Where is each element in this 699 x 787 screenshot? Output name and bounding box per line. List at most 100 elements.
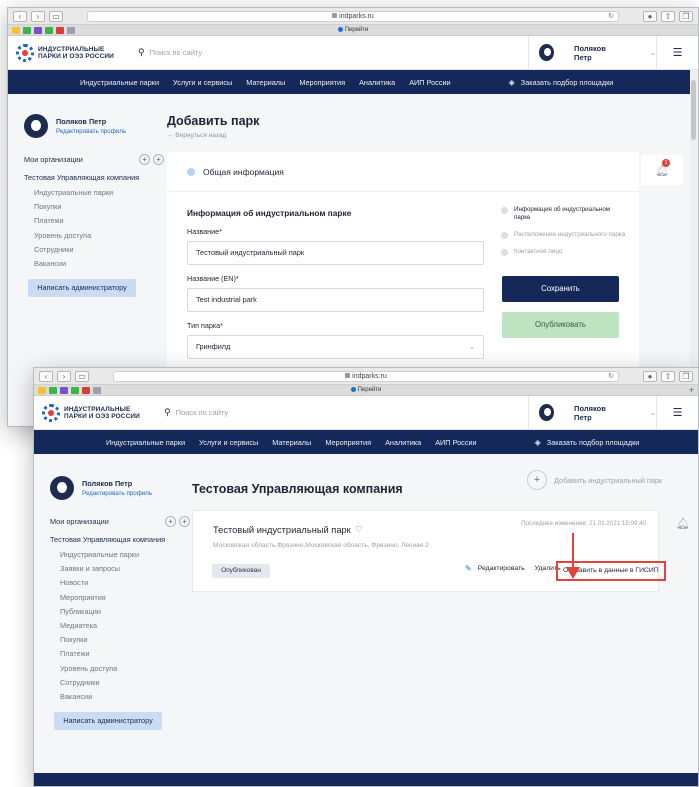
avatar — [50, 476, 74, 500]
site-logo[interactable]: ИНДУСТРИАЛЬНЫЕ ПАРКИ И ОЭЗ РОССИИ — [42, 403, 154, 422]
menu-item-payments[interactable]: Платежи — [34, 214, 164, 228]
chevron-down-icon: ⌄ — [468, 342, 475, 351]
section-header[interactable]: Общая информация — [167, 152, 639, 192]
park-name[interactable]: Тестовый индустриальный парк ⛉ — [213, 525, 362, 535]
step-item[interactable]: Информация об индустриальном парке — [501, 206, 627, 222]
company-name[interactable]: Тестовая Управляющая компания — [50, 535, 190, 544]
save-button[interactable]: Сохранить — [502, 276, 619, 302]
sidebar-toggle-icon[interactable]: ▭ — [75, 370, 89, 382]
menu-item-payments[interactable]: Платежи — [60, 647, 190, 661]
nav-item-analytics[interactable]: Аналитика — [385, 438, 421, 447]
step-dot-icon — [501, 232, 508, 239]
nav-item-parks[interactable]: Индустриальные парки — [80, 78, 159, 87]
publish-button[interactable]: Опубликовать — [502, 312, 619, 338]
edit-link[interactable]: Редактировать — [478, 565, 525, 572]
name-field[interactable]: Тестовый индустриальный парк — [187, 241, 484, 265]
back-arrow-icon[interactable]: ‹ — [13, 10, 27, 22]
form-title: Информация об индустриальном парке — [187, 208, 352, 218]
share-icon[interactable]: ⇧ — [661, 10, 675, 22]
nav-item-aip[interactable]: АИП России — [409, 78, 450, 87]
menu-item-parks[interactable]: Индустриальные парки — [60, 548, 190, 562]
write-admin-button[interactable]: Написать администратору — [28, 279, 136, 298]
plus-icon[interactable]: + — [153, 154, 164, 165]
nav-item-services[interactable]: Услуги и сервисы — [173, 78, 232, 87]
menu-item-requests[interactable]: Заявки и запросы — [60, 562, 190, 576]
extension-icon[interactable]: ● — [643, 370, 657, 382]
tab-title[interactable]: Перейти — [34, 385, 698, 396]
tab-title[interactable]: Перейти — [8, 25, 698, 36]
company-name[interactable]: Тестовая Управляющая компания — [24, 173, 164, 182]
back-link[interactable]: ← Вернуться назад — [167, 132, 642, 139]
menu-item-purchases[interactable]: Покупки — [60, 633, 190, 647]
nav-item-aip[interactable]: АИП России — [435, 438, 476, 447]
extension-icon[interactable]: ● — [643, 10, 657, 22]
menu-item-parks[interactable]: Индустриальные парки — [34, 186, 164, 200]
main-nav: Индустриальные парки Услуги и сервисы Ма… — [8, 70, 698, 94]
nav-item-parks[interactable]: Индустриальные парки — [106, 438, 185, 447]
menu-item-access[interactable]: Уровень доступа — [34, 229, 164, 243]
park-type-select[interactable]: Гринфилд ⌄ — [187, 335, 484, 359]
reload-icon[interactable]: ↻ — [608, 372, 614, 381]
search-input[interactable]: ⚲ Поиск по сайту — [154, 407, 528, 418]
tabs-icon[interactable]: ❐ — [679, 370, 693, 382]
name-en-field[interactable]: Test industrial park — [187, 288, 484, 312]
nav-item-services[interactable]: Услуги и сервисы — [199, 438, 258, 447]
scroll-thumb[interactable] — [691, 80, 696, 140]
notifications-button[interactable]: 🔔︎ 1 — [641, 155, 683, 185]
step-item[interactable]: Контактное лицо — [501, 248, 627, 256]
menu-item-media[interactable]: Медиатека — [60, 619, 190, 633]
edit-icon[interactable]: ✎ — [465, 564, 472, 573]
plus-icon[interactable]: + — [139, 154, 150, 165]
user-menu[interactable]: Поляков Петр ⌄ — [528, 395, 656, 430]
step-item[interactable]: Расположение индустриального парка — [501, 231, 627, 239]
form-steps: Информация об индустриальном парке Распо… — [501, 206, 627, 265]
profile-block: Поляков Петр Редактировать профиль — [50, 476, 190, 500]
reload-icon[interactable]: ↻ — [608, 12, 614, 21]
park-actions: ✎ Редактировать Удалить — [465, 564, 561, 573]
site-logo[interactable]: ИНДУСТРИАЛЬНЫЕ ПАРКИ И ОЭЗ РОССИИ — [16, 43, 128, 62]
plus-icon[interactable]: + — [165, 516, 176, 527]
write-admin-button[interactable]: Написать администратору — [54, 712, 162, 731]
new-tab-icon[interactable]: + — [689, 385, 694, 396]
tab-favicon-icon — [337, 26, 343, 32]
order-site-link[interactable]: ◈ Заказать подбор площадки — [509, 78, 614, 87]
address-bar[interactable]: indparks.ru ↻ — [113, 370, 619, 382]
nav-item-analytics[interactable]: Аналитика — [359, 78, 395, 87]
back-arrow-icon[interactable]: ‹ — [39, 370, 53, 382]
address-bar[interactable]: indparks.ru ↻ — [87, 10, 619, 22]
nav-item-events[interactable]: Мероприятия — [325, 438, 371, 447]
nav-item-materials[interactable]: Материалы — [272, 438, 311, 447]
menu-item-news[interactable]: Новости — [60, 576, 190, 590]
add-park-button[interactable]: + Добавить индустриальный парк — [527, 470, 662, 490]
menu-item-events[interactable]: Мероприятия — [60, 591, 190, 605]
sidebar-toggle-icon[interactable]: ▭ — [49, 10, 63, 22]
hamburger-menu-icon[interactable]: ☰ — [656, 395, 698, 430]
avatar — [539, 404, 555, 421]
park-info-form: Информация об индустриальном парке Назва… — [187, 208, 484, 359]
profile-block: Поляков Петр Редактировать профиль — [24, 114, 164, 138]
tabs-icon[interactable]: ❐ — [679, 10, 693, 22]
park-type-label: Тип парка* — [187, 321, 223, 330]
nav-item-events[interactable]: Мероприятия — [299, 78, 345, 87]
user-menu[interactable]: Поляков Петр ⌄ — [528, 35, 656, 70]
search-input[interactable]: ⚲ Поиск по сайту — [128, 47, 528, 58]
browser-window-company: ‹ › ▭ indparks.ru ↻ ● ⇧ ❐ Перейти + ИНДУС… — [33, 367, 699, 787]
menu-item-staff[interactable]: Сотрудники — [60, 676, 190, 690]
edit-profile-link[interactable]: Редактировать профиль — [56, 128, 126, 135]
nav-item-materials[interactable]: Материалы — [246, 78, 285, 87]
menu-item-access[interactable]: Уровень доступа — [60, 662, 190, 676]
menu-item-purchases[interactable]: Покупки — [34, 200, 164, 214]
bookmarks-bar: Перейти — [8, 25, 698, 36]
forward-arrow-icon[interactable]: › — [31, 10, 45, 22]
share-icon[interactable]: ⇧ — [661, 370, 675, 382]
menu-item-publications[interactable]: Публикации — [60, 605, 190, 619]
notifications-button[interactable]: 🔔︎ — [666, 508, 698, 538]
menu-item-staff[interactable]: Сотрудники — [34, 243, 164, 257]
order-site-link[interactable]: ◈ Заказать подбор площадки — [535, 438, 640, 447]
forward-arrow-icon[interactable]: › — [57, 370, 71, 382]
menu-item-vacancies[interactable]: Вакансии — [60, 690, 190, 704]
plus-icon[interactable]: + — [179, 516, 190, 527]
menu-item-vacancies[interactable]: Вакансии — [34, 257, 164, 271]
edit-profile-link[interactable]: Редактировать профиль — [82, 490, 152, 497]
hamburger-menu-icon[interactable]: ☰ — [656, 35, 698, 70]
